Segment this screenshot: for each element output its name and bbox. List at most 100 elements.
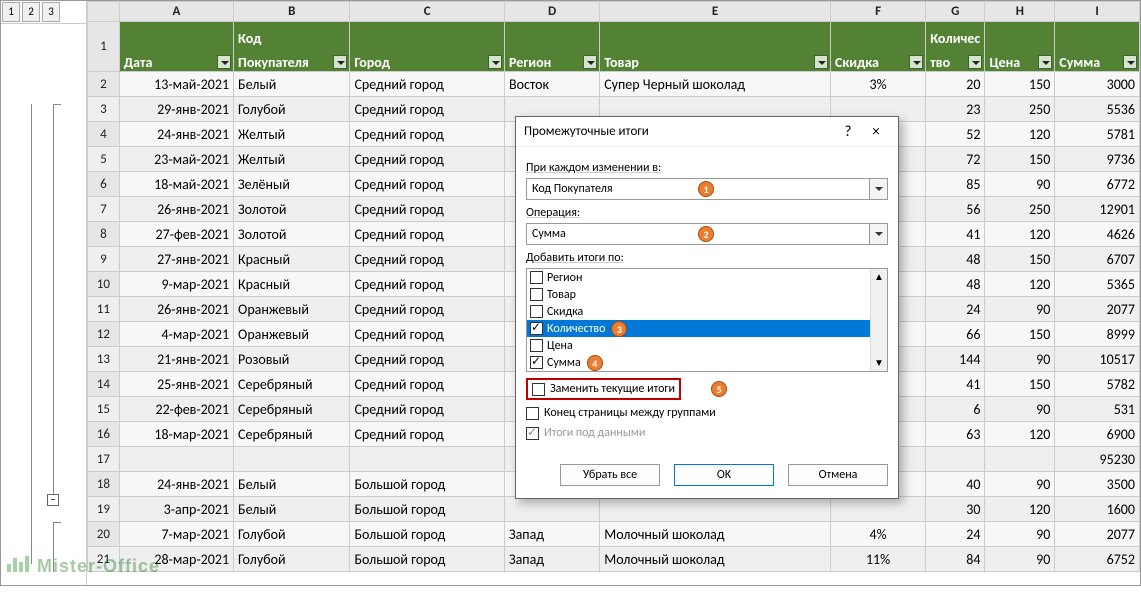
cell[interactable]: 150 — [985, 147, 1055, 172]
col-H[interactable]: H — [985, 2, 1055, 22]
cell[interactable]: Серебряный — [234, 372, 350, 397]
filter-icon[interactable] — [1123, 55, 1137, 69]
cell[interactable]: 120 — [985, 272, 1055, 297]
cell[interactable]: 56 — [926, 197, 985, 222]
cell[interactable]: Средний город — [350, 147, 505, 172]
row-header[interactable]: 9 — [88, 247, 120, 272]
cell[interactable]: Желтый — [234, 122, 350, 147]
cell[interactable]: 150 — [985, 322, 1055, 347]
outline-level-2[interactable]: 2 — [22, 2, 40, 22]
filter-icon[interactable] — [217, 55, 231, 69]
cell[interactable]: Средний город — [350, 97, 505, 122]
cell[interactable]: Оранжевый — [234, 297, 350, 322]
cell[interactable]: 7-мар-2021 — [119, 522, 233, 547]
cell[interactable] — [830, 497, 925, 522]
cell[interactable]: 250 — [985, 197, 1055, 222]
row-header[interactable]: 18 — [88, 472, 120, 497]
cell[interactable]: Большой город — [350, 472, 505, 497]
col-A[interactable]: A — [119, 2, 233, 22]
cell[interactable]: Белый — [234, 497, 350, 522]
hdr-qty[interactable]: Количес — [926, 22, 985, 47]
cell[interactable]: Средний город — [350, 172, 505, 197]
cell[interactable]: Средний город — [350, 247, 505, 272]
filter-icon[interactable] — [814, 55, 828, 69]
filter-icon[interactable] — [1038, 55, 1052, 69]
cell[interactable]: 5365 — [1055, 272, 1140, 297]
cell[interactable]: 150 — [985, 72, 1055, 97]
cell[interactable]: 90 — [985, 472, 1055, 497]
cell[interactable]: 52 — [926, 122, 985, 147]
cell[interactable]: Белый — [234, 72, 350, 97]
cell[interactable]: 41 — [926, 372, 985, 397]
col-I[interactable]: I — [1055, 2, 1140, 22]
cell[interactable]: 250 — [985, 97, 1055, 122]
cell[interactable]: Средний город — [350, 72, 505, 97]
row-header[interactable]: 3 — [88, 97, 120, 122]
cell[interactable]: Голубой — [234, 522, 350, 547]
cell[interactable]: Супер Черный шоколад — [600, 72, 831, 97]
cell[interactable]: 29-янв-2021 — [119, 97, 233, 122]
row-header[interactable]: 13 — [88, 347, 120, 372]
hdr-cust[interactable]: Покупателя — [234, 47, 350, 72]
list-item[interactable]: Регион — [527, 269, 887, 286]
hdr-region[interactable]: Регион — [504, 22, 599, 72]
cell[interactable]: Средний город — [350, 222, 505, 247]
cell[interactable]: 21-янв-2021 — [119, 347, 233, 372]
cell[interactable]: 18-мар-2021 — [119, 422, 233, 447]
cancel-button[interactable]: Отмена — [788, 464, 888, 486]
cell[interactable]: 6900 — [1055, 422, 1140, 447]
cell[interactable]: 84 — [926, 547, 985, 572]
cell[interactable]: 10517 — [1055, 347, 1140, 372]
cell[interactable]: 26-янв-2021 — [119, 297, 233, 322]
col-E[interactable]: E — [600, 2, 831, 22]
cell[interactable]: Средний город — [350, 197, 505, 222]
col-D[interactable]: D — [504, 2, 599, 22]
row-header[interactable]: 10 — [88, 272, 120, 297]
close-button[interactable]: × — [862, 123, 890, 141]
outline-collapse[interactable]: − — [47, 494, 59, 506]
cell[interactable]: 40 — [926, 472, 985, 497]
cell[interactable]: 26-янв-2021 — [119, 197, 233, 222]
cell[interactable]: 63 — [926, 422, 985, 447]
outline-level-3[interactable]: 3 — [42, 2, 60, 22]
cell[interactable]: Средний город — [350, 322, 505, 347]
cell[interactable]: 72 — [926, 147, 985, 172]
cell[interactable]: 20 — [926, 72, 985, 97]
row-header[interactable]: 8 — [88, 222, 120, 247]
item-checkbox[interactable] — [530, 356, 543, 369]
cell[interactable] — [119, 447, 233, 472]
col-B[interactable]: B — [234, 2, 350, 22]
cell[interactable]: Большой город — [350, 522, 505, 547]
cell[interactable]: 3500 — [1055, 472, 1140, 497]
cell[interactable]: 12901 — [1055, 197, 1140, 222]
cell[interactable]: Голубой — [234, 547, 350, 572]
cell[interactable]: 3% — [830, 72, 925, 97]
cell[interactable]: 3-апр-2021 — [119, 497, 233, 522]
cell[interactable]: 6752 — [1055, 547, 1140, 572]
select-all[interactable] — [88, 2, 120, 22]
list-item[interactable]: Цена — [527, 337, 887, 354]
cell[interactable]: 24 — [926, 297, 985, 322]
item-checkbox[interactable] — [530, 339, 543, 352]
cell[interactable]: 5782 — [1055, 372, 1140, 397]
cell[interactable]: 2077 — [1055, 297, 1140, 322]
col-C[interactable]: C — [350, 2, 505, 22]
cell[interactable]: Красный — [234, 247, 350, 272]
row-header[interactable]: 15 — [88, 397, 120, 422]
cell[interactable]: 4626 — [1055, 222, 1140, 247]
cell[interactable]: Запад — [504, 522, 599, 547]
hdr-city[interactable]: Город — [350, 22, 505, 72]
dropdown-arrow-icon[interactable] — [869, 179, 887, 199]
cell[interactable]: 9-мар-2021 — [119, 272, 233, 297]
row-header[interactable]: 12 — [88, 322, 120, 347]
cell[interactable]: Большой город — [350, 547, 505, 572]
col-F[interactable]: F — [830, 2, 925, 22]
row-header[interactable]: 16 — [88, 422, 120, 447]
cell[interactable] — [985, 447, 1055, 472]
cell[interactable]: 6772 — [1055, 172, 1140, 197]
hdr-discount[interactable]: Скидка — [830, 22, 925, 72]
cell[interactable]: 18-май-2021 — [119, 172, 233, 197]
cell[interactable]: 66 — [926, 322, 985, 347]
list-item[interactable]: Скидка — [527, 303, 887, 320]
cell[interactable]: 48 — [926, 247, 985, 272]
